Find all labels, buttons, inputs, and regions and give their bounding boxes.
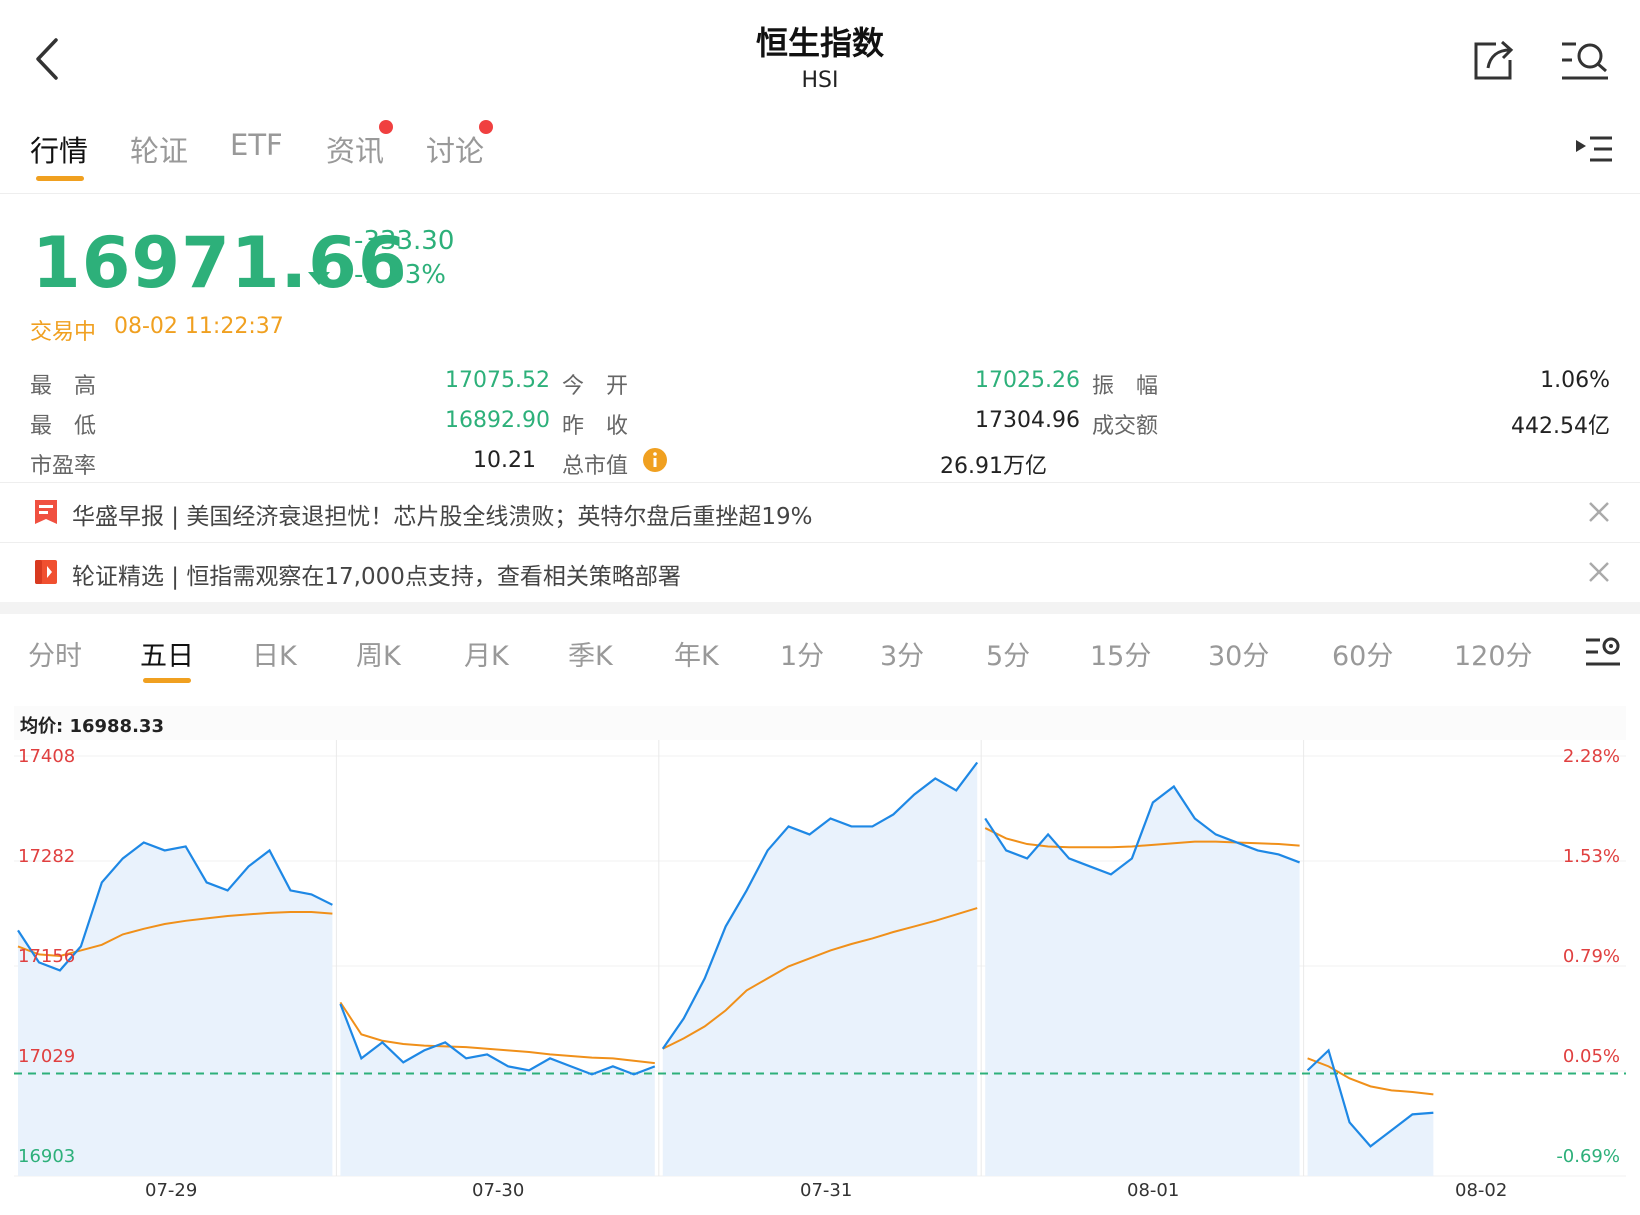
share-icon[interactable] <box>1470 38 1516 84</box>
period-tab[interactable]: 分时 <box>28 634 82 673</box>
tab-etf[interactable]: ETF <box>230 128 283 162</box>
section-divider <box>0 602 1640 614</box>
y-tick-right: 2.28% <box>1562 746 1620 767</box>
news-notification-dot <box>379 120 393 134</box>
market-cap-label: 总市值 <box>562 454 629 479</box>
price-change: -333.30 <box>354 226 455 256</box>
discussion-notification-dot <box>479 120 493 134</box>
prev-close-label: 昨 收 <box>562 414 629 439</box>
pe-label: 市盈率 <box>30 454 97 479</box>
page-title: 恒生指数 <box>755 24 884 62</box>
y-tick-left: 17408 <box>18 746 76 767</box>
news-item[interactable]: 华盛早报 | 美国经济衰退担忧！芯片股全线溃败；英特尔盘后重挫超19% <box>0 482 1640 540</box>
period-underline <box>143 678 191 683</box>
open-label: 今 开 <box>562 374 629 399</box>
period-tab[interactable]: 15分 <box>1090 634 1151 673</box>
y-tick-right: 0.05% <box>1562 1046 1620 1067</box>
period-tab[interactable]: 五日 <box>140 634 194 673</box>
prev-close-value: 17304.96 <box>975 408 1080 433</box>
chart-settings-icon[interactable] <box>1584 632 1622 668</box>
period-tab[interactable]: 周K <box>356 634 401 673</box>
x-tick-label: 08-02 <box>1455 1180 1508 1201</box>
amplitude-value: 1.06% <box>1540 368 1610 393</box>
y-tick-left: 17029 <box>18 1046 76 1067</box>
high-label: 最 高 <box>30 374 97 399</box>
period-tab[interactable]: 5分 <box>986 634 1030 673</box>
info-icon[interactable] <box>642 447 668 473</box>
low-value: 16892.90 <box>445 408 550 433</box>
header: 恒生指数 HSI <box>0 0 1640 110</box>
period-tabs: 分时 五日 日K 周K 月K 季K 年K 1分 3分 5分 15分 30分 60… <box>0 614 1640 694</box>
period-tab[interactable]: 日K <box>252 634 297 673</box>
arrow-down-icon <box>308 258 330 285</box>
warrant-book-icon <box>35 560 57 584</box>
x-tick-label: 07-30 <box>472 1180 525 1201</box>
period-tab[interactable]: 月K <box>464 634 509 673</box>
pe-value: 10.21 <box>473 448 536 473</box>
average-price: 均价: 16988.33 <box>20 716 164 737</box>
y-tick-right: 1.53% <box>1562 846 1620 867</box>
y-tick-right: 0.79% <box>1562 946 1620 967</box>
current-price: 16971.66 <box>32 222 408 304</box>
y-tick-right: -0.69% <box>1556 1146 1620 1167</box>
tab-discussion[interactable]: 讨论 <box>426 128 484 170</box>
x-tick-label: 07-31 <box>800 1180 853 1201</box>
period-tab[interactable]: 60分 <box>1332 634 1393 673</box>
tab-bar: 行情 轮证 ETF 资讯 讨论 <box>0 118 1640 194</box>
y-tick-left: 17282 <box>18 846 76 867</box>
close-icon[interactable] <box>1588 561 1610 583</box>
tab-quote[interactable]: 行情 <box>30 128 88 170</box>
news-item[interactable]: 轮证精选 | 恒指需观察在17,000点支持，查看相关策略部署 <box>0 542 1640 600</box>
close-icon[interactable] <box>1588 501 1610 523</box>
turnover-value: 442.54亿 <box>1511 414 1610 439</box>
x-tick-label: 08-01 <box>1127 1180 1180 1201</box>
search-icon[interactable] <box>1560 38 1610 84</box>
period-tab[interactable]: 3分 <box>880 634 924 673</box>
period-tab[interactable]: 1分 <box>780 634 824 673</box>
period-tab[interactable]: 年K <box>674 634 719 673</box>
trading-status: 交易中 <box>30 320 97 345</box>
quote-time: 08-02 11:22:37 <box>114 314 284 339</box>
tab-news[interactable]: 资讯 <box>326 128 384 170</box>
high-value: 17075.52 <box>445 368 550 393</box>
x-tick-label: 07-29 <box>145 1180 198 1201</box>
period-tab[interactable]: 120分 <box>1454 634 1533 673</box>
news-headline[interactable]: 华盛早报 | 美国经济衰退担忧！芯片股全线溃败；英特尔盘后重挫超19% <box>72 497 813 531</box>
page-subtitle: HSI <box>801 68 839 93</box>
average-price-bar: 均价: 16988.33 <box>14 706 1626 740</box>
period-tab[interactable]: 30分 <box>1208 634 1269 673</box>
market-cap-value: 26.91万亿 <box>940 454 1047 479</box>
y-tick-left: 16903 <box>18 1146 76 1167</box>
price-change-percent: -1.93% <box>354 260 446 290</box>
newspaper-icon <box>35 500 57 524</box>
five-day-chart[interactable] <box>0 740 1640 1215</box>
tab-underline <box>36 176 84 181</box>
open-value: 17025.26 <box>975 368 1080 393</box>
low-label: 最 低 <box>30 414 97 439</box>
news-headline[interactable]: 轮证精选 | 恒指需观察在17,000点支持，查看相关策略部署 <box>72 557 681 591</box>
turnover-label: 成交额 <box>1092 414 1159 439</box>
period-tab[interactable]: 季K <box>568 634 613 673</box>
y-tick-left: 17156 <box>18 946 76 967</box>
amplitude-label: 振 幅 <box>1092 374 1159 399</box>
tab-warrants[interactable]: 轮证 <box>130 128 188 170</box>
tab-menu-icon[interactable] <box>1572 132 1614 166</box>
